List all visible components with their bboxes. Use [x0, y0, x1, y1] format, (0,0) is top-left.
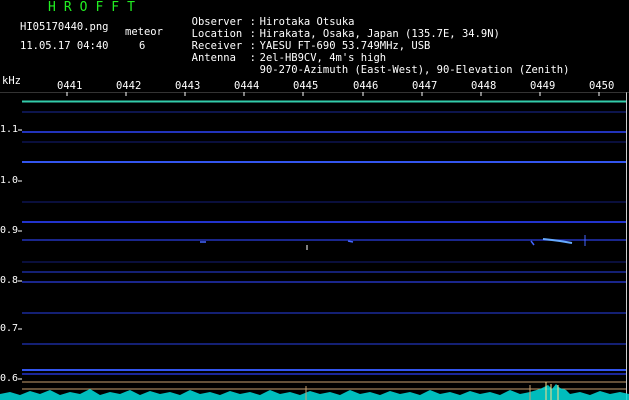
x-tick-label: 0446 [353, 80, 379, 92]
meteor-echoes [200, 235, 586, 250]
noise-floor [0, 382, 629, 400]
frame-borders [0, 92, 629, 400]
info-antenna-orientation: 90-270-Azimuth (East-West), 90-Elevation… [179, 52, 570, 76]
x-tick-label: 0442 [116, 80, 142, 92]
info-value: 90-270-Azimuth (East-West), 90-Elevation… [259, 64, 570, 76]
meteor-count: 6 [139, 40, 146, 52]
x-tick-label: 0448 [471, 80, 497, 92]
x-tick-label: 0449 [530, 80, 556, 92]
x-tick-label: 0447 [412, 80, 438, 92]
observation-datetime: 11.05.17 04:40 [20, 40, 109, 52]
x-tick-label: 0445 [293, 80, 319, 92]
meteor-label: meteor [125, 26, 163, 38]
spectrogram-canvas [0, 92, 629, 400]
image-filename: HI05170440.png [20, 21, 109, 33]
x-tick-marks [66, 92, 600, 96]
x-tick-label: 0450 [589, 80, 615, 92]
y-axis-unit: kHz [2, 75, 21, 87]
app-title: HROFFT [48, 0, 143, 15]
y-tick-marks [18, 129, 22, 380]
carrier-lines [22, 100, 626, 390]
x-tick-label: 0443 [175, 80, 201, 92]
x-tick-label: 0444 [234, 80, 260, 92]
x-tick-label: 0441 [57, 80, 83, 92]
